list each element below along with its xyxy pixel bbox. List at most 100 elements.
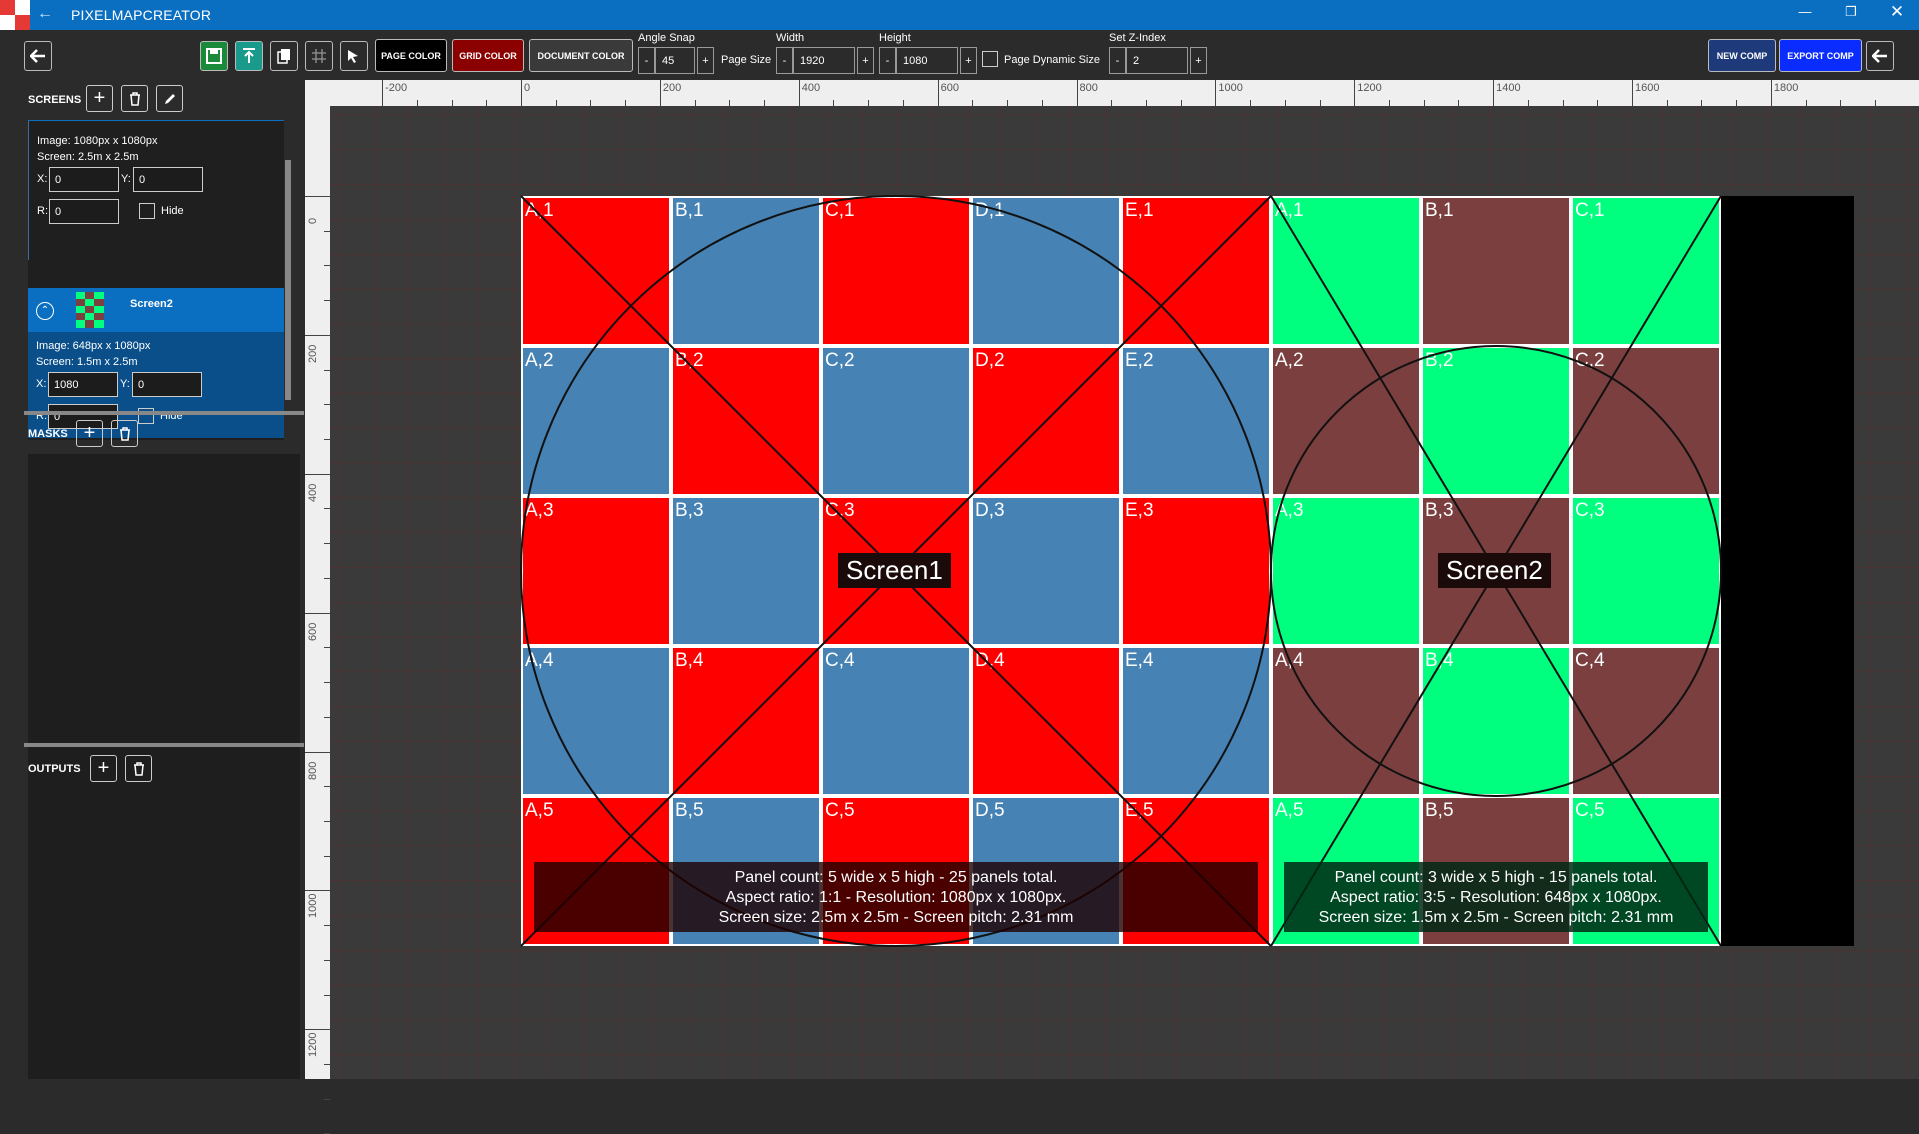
ruler-minor-tick	[1840, 100, 1842, 106]
arrow-left-icon	[30, 49, 45, 63]
ruler-minor-tick	[324, 1063, 330, 1065]
info-line: Aspect ratio: 1:1 - Resolution: 1080px x…	[725, 889, 1067, 906]
info-line: Panel count: 5 wide x 5 high - 25 panels…	[734, 869, 1058, 886]
height-input[interactable]: 1080	[896, 47, 958, 74]
ruler-minor-tick	[324, 265, 330, 267]
angle-snap-minus[interactable]: -	[638, 47, 655, 74]
title-bar: ← PIXELMAPCREATOR — ❐ ✕	[0, 0, 1919, 30]
ruler-label: 800	[307, 761, 319, 780]
y-input[interactable]: 0	[132, 372, 202, 397]
ruler-tick	[1076, 80, 1078, 106]
save-button[interactable]	[200, 41, 228, 71]
ruler-tick	[1770, 80, 1772, 106]
outputs-list	[28, 789, 300, 1079]
x-input[interactable]: 0	[49, 167, 119, 192]
y-label: Y:	[120, 378, 130, 390]
ruler-minor-tick	[486, 100, 488, 106]
ruler-minor-tick	[324, 959, 330, 961]
ruler-minor-tick	[694, 100, 696, 106]
tool-button[interactable]	[340, 41, 368, 71]
width-input[interactable]: 1920	[793, 47, 855, 74]
info-line: Panel count: 3 wide x 5 high - 15 panels…	[1334, 869, 1658, 886]
ruler-minor-tick	[1180, 100, 1182, 106]
horizontal-ruler: -200 0 200 400 600 800 1000 1200 1400 1600 1800	[330, 80, 1919, 106]
screen-details: Image: 1080px x 1080px Screen: 2.5m x 2.…	[29, 121, 285, 261]
ruler-label: 0	[524, 82, 531, 94]
ruler-minor-tick	[1319, 100, 1321, 106]
info-line: Screen size: 1.5m x 2.5m - Screen pitch:…	[1318, 909, 1674, 926]
export-comp-button[interactable]: EXPORT COMP	[1779, 39, 1862, 72]
screen-list-item[interactable]: Image: 1080px x 1080px Screen: 2.5m x 2.…	[28, 120, 285, 261]
ruler-label: 1200	[307, 1032, 319, 1058]
ruler-tick	[305, 196, 330, 197]
back-button[interactable]	[24, 41, 52, 71]
angle-snap-input[interactable]: 45	[655, 47, 695, 74]
z-index-plus[interactable]: +	[1190, 47, 1207, 74]
close-icon[interactable]: ✕	[1882, 2, 1912, 22]
z-index-minus[interactable]: -	[1109, 47, 1126, 74]
ruler-tick	[937, 80, 939, 106]
ruler-tick	[659, 80, 661, 106]
ruler-minor-tick	[833, 100, 835, 106]
r-input[interactable]: 0	[49, 199, 119, 224]
new-comp-button[interactable]: NEW COMP	[1708, 39, 1776, 72]
copy-button[interactable]	[270, 41, 298, 71]
ruler-tick	[798, 80, 800, 106]
width-minus[interactable]: -	[776, 47, 793, 74]
ruler-minor-tick	[729, 100, 731, 106]
page-color-button[interactable]: PAGE COLOR	[375, 39, 447, 72]
grid-color-button[interactable]: GRID COLOR	[452, 39, 524, 72]
restore-icon[interactable]: ❐	[1836, 4, 1866, 20]
height-plus[interactable]: +	[960, 47, 977, 74]
height-minus[interactable]: -	[879, 47, 896, 74]
collapse-button[interactable]	[1866, 41, 1894, 71]
plus-icon: +	[97, 757, 110, 779]
add-screen-button[interactable]: +	[86, 85, 113, 112]
ruler-tick	[382, 80, 384, 106]
page-dynamic-checkbox[interactable]	[982, 51, 998, 67]
ruler-minor-tick	[324, 716, 330, 718]
hide-checkbox[interactable]	[139, 203, 155, 219]
divider[interactable]	[24, 743, 304, 747]
add-output-button[interactable]: +	[90, 755, 117, 782]
minimize-icon[interactable]: —	[1790, 4, 1820, 19]
width-plus[interactable]: +	[857, 47, 874, 74]
angle-snap-plus[interactable]: +	[697, 47, 714, 74]
trash-icon	[119, 426, 130, 441]
pencil-icon	[164, 93, 175, 104]
ruler-minor-tick	[451, 100, 453, 106]
collapse-icon[interactable]: ⌃	[36, 302, 54, 320]
app-title: PIXELMAPCREATOR	[71, 7, 212, 23]
ruler-minor-tick	[625, 100, 627, 106]
ruler-label: -200	[385, 82, 408, 94]
screens-list: Image: 1080px x 1080px Screen: 2.5m x 2.…	[28, 120, 292, 440]
screen1-label[interactable]: Screen1	[838, 553, 951, 588]
ruler-label: 1600	[1635, 82, 1660, 94]
divider[interactable]	[24, 411, 304, 415]
ruler-minor-tick	[324, 438, 330, 440]
delete-screen-button[interactable]	[121, 85, 148, 112]
z-index-input[interactable]: 2	[1126, 47, 1188, 74]
add-mask-button[interactable]: +	[76, 420, 103, 447]
title-back-icon[interactable]: ←	[37, 5, 53, 23]
ruler-minor-tick	[416, 100, 418, 106]
upload-button[interactable]	[235, 41, 263, 71]
document-color-button[interactable]: DOCUMENT COLOR	[529, 39, 633, 72]
screen2-label[interactable]: Screen2	[1438, 553, 1551, 588]
scrollbar-thumb[interactable]	[285, 160, 291, 400]
ruler-minor-tick	[324, 647, 330, 649]
edit-screen-button[interactable]	[156, 85, 183, 112]
scrollbar[interactable]	[284, 120, 292, 440]
y-input[interactable]: 0	[133, 167, 203, 192]
delete-output-button[interactable]	[125, 755, 152, 782]
grid-button[interactable]	[305, 41, 333, 71]
trash-icon	[133, 761, 144, 776]
trash-icon	[129, 91, 140, 106]
ruler-label: 400	[801, 82, 821, 94]
ruler-label: 1800	[1773, 82, 1799, 94]
screen-list-item-selected[interactable]: ⌃ Screen2 Image: 648px x 1080px Screen: …	[28, 288, 284, 438]
x-input[interactable]: 1080	[48, 372, 118, 397]
delete-mask-button[interactable]	[111, 420, 138, 447]
ruler-tick	[305, 612, 330, 614]
ruler-label: 1000	[307, 893, 319, 919]
